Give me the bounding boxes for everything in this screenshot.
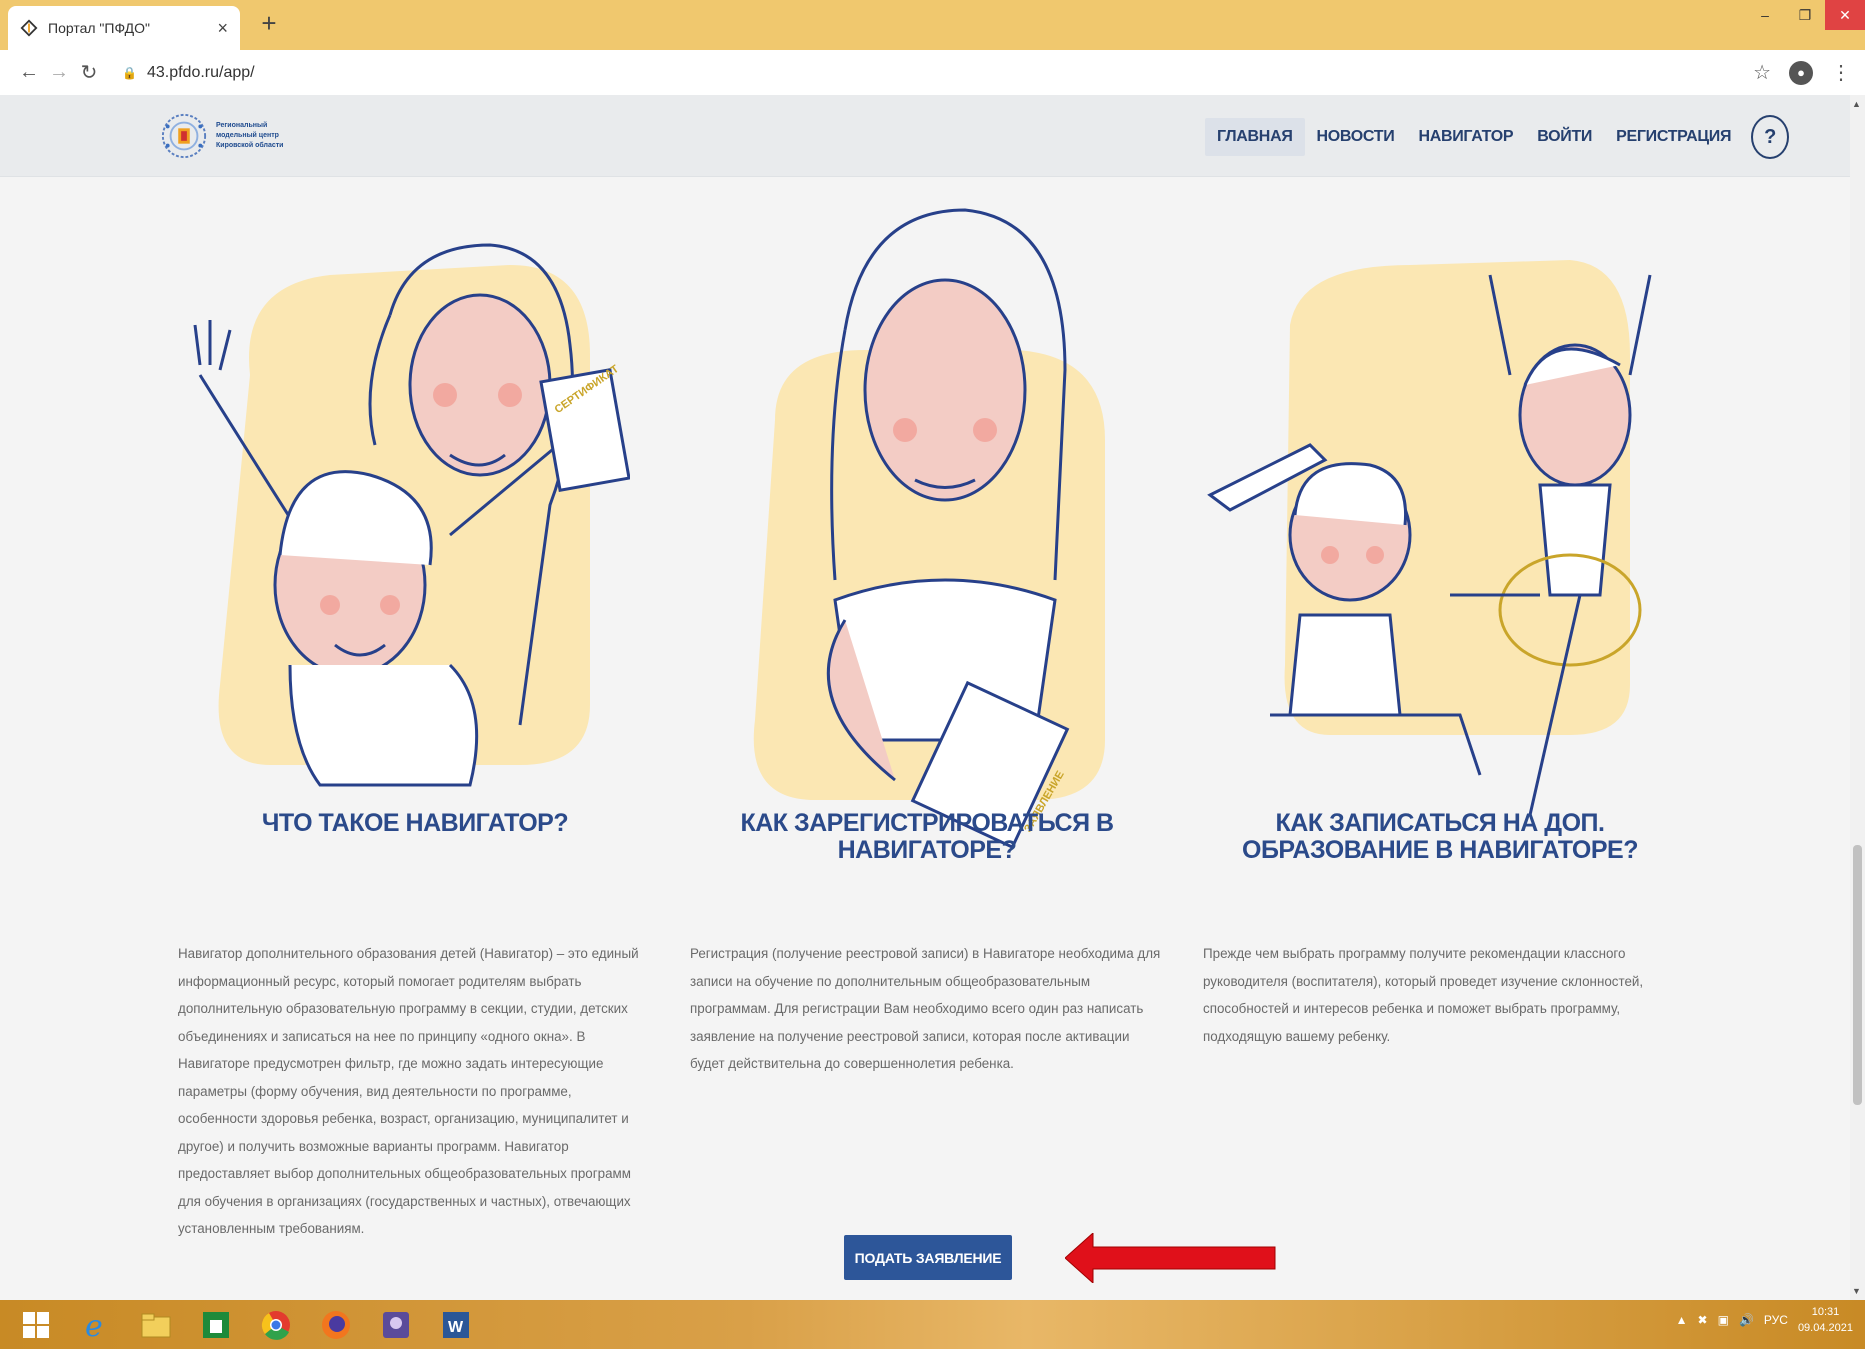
language-indicator[interactable]: РУС bbox=[1764, 1313, 1788, 1327]
logo-text: Региональный модельный центр Кировской о… bbox=[216, 122, 284, 149]
site-favicon-icon bbox=[20, 19, 38, 37]
menu-item-news[interactable]: НОВОСТИ bbox=[1305, 118, 1407, 156]
url-text: 43.pfdo.ru/app/ bbox=[146, 63, 255, 81]
tab-title: Портал "ПФДО" bbox=[48, 20, 150, 36]
page-content: Региональный модельный центр Кировской о… bbox=[0, 95, 1850, 1300]
url-field[interactable]: 🔒 43.pfdo.ru/app/ bbox=[122, 64, 255, 82]
restore-icon[interactable]: ❐ bbox=[1785, 0, 1825, 30]
close-tab-icon[interactable]: × bbox=[217, 18, 228, 39]
internet-explorer-icon[interactable]: e bbox=[72, 1303, 120, 1347]
submit-application-button[interactable]: ПОДАТЬ ЗАЯВЛЕНИЕ bbox=[844, 1235, 1012, 1280]
window-controls: – ❐ ✕ bbox=[1745, 0, 1865, 30]
illustration-mother-daughter: СЕРТИФИКАТ bbox=[193, 243, 630, 787]
heading-how-to-register: КАК ЗАРЕГИСТРИРОВАТЬСЯ В НАВИГАТОРЕ? bbox=[740, 809, 1114, 864]
illustration-woman-application: ЗАЯВЛЕНИЕ bbox=[753, 208, 1105, 850]
heading-what-is-navigator: ЧТО ТАКОЕ НАВИГАТОР? bbox=[261, 809, 569, 837]
network-warning-icon[interactable]: ✖ bbox=[1698, 1313, 1708, 1327]
scroll-up-icon[interactable]: ▲ bbox=[1852, 99, 1861, 109]
menu-item-login[interactable]: ВОЙТИ bbox=[1525, 118, 1604, 156]
forward-icon[interactable]: → bbox=[44, 61, 74, 84]
word-icon[interactable]: W bbox=[432, 1303, 480, 1347]
menu-item-register[interactable]: РЕГИСТРАЦИЯ bbox=[1604, 118, 1743, 156]
site-logo[interactable]: Региональный модельный центр Кировской о… bbox=[160, 105, 296, 167]
lock-icon: 🔒 bbox=[122, 65, 137, 80]
new-tab-button[interactable]: + bbox=[253, 8, 285, 39]
store-icon[interactable] bbox=[192, 1303, 240, 1347]
file-explorer-icon[interactable] bbox=[132, 1303, 180, 1347]
chrome-icon[interactable] bbox=[252, 1303, 300, 1347]
help-icon[interactable]: ? bbox=[1751, 115, 1790, 159]
tray-expand-icon[interactable]: ▲ bbox=[1676, 1313, 1688, 1327]
browser-tab-bar: Портал "ПФДО" × + – ❐ ✕ bbox=[0, 0, 1865, 50]
paragraph-what-is-navigator: Навигатор дополнительного образования де… bbox=[178, 946, 639, 1236]
close-window-icon[interactable]: ✕ bbox=[1825, 0, 1865, 30]
windows-taskbar: e W ▲ ✖ ▣ 🔊 РУС 10:31 09.04.2021 bbox=[0, 1300, 1865, 1349]
menu-kebab-icon[interactable]: ⋮ bbox=[1831, 60, 1851, 85]
clock[interactable]: 10:31 09.04.2021 bbox=[1798, 1304, 1853, 1336]
volume-icon[interactable]: 🔊 bbox=[1739, 1313, 1754, 1327]
paragraph-how-to-enroll: Прежде чем выбрать программу получите ре… bbox=[1203, 946, 1644, 1044]
menu-item-home[interactable]: ГЛАВНАЯ bbox=[1205, 118, 1305, 156]
address-bar: ← → ↻ 🔒 43.pfdo.ru/app/ ☆ ● ⋮ bbox=[0, 50, 1865, 95]
scroll-down-icon[interactable]: ▼ bbox=[1852, 1286, 1861, 1296]
minimize-icon[interactable]: – bbox=[1745, 0, 1785, 30]
page-scrollbar[interactable]: ▲ ▼ bbox=[1850, 95, 1865, 1300]
clock-date: 09.04.2021 bbox=[1797, 1322, 1853, 1334]
svg-text:W: W bbox=[448, 1319, 464, 1336]
profile-icon[interactable]: ● bbox=[1789, 60, 1813, 85]
bookmark-star-icon[interactable]: ☆ bbox=[1753, 60, 1771, 85]
system-tray: ▲ ✖ ▣ 🔊 РУС 10:31 09.04.2021 bbox=[1676, 1304, 1853, 1336]
clock-time: 10:31 bbox=[1811, 1306, 1840, 1318]
menu-item-navigator[interactable]: НАВИГАТОР bbox=[1406, 118, 1525, 156]
back-icon[interactable]: ← bbox=[14, 61, 44, 84]
site-header: Региональный модельный центр Кировской о… bbox=[0, 95, 1850, 177]
paragraph-how-to-register: Регистрация (получение реестровой записи… bbox=[690, 946, 1161, 1071]
browser-tab[interactable]: Портал "ПФДО" × bbox=[8, 6, 240, 50]
scrollbar-thumb[interactable] bbox=[1853, 845, 1862, 1105]
windows-start-icon[interactable] bbox=[12, 1303, 60, 1347]
red-arrow-annotation-icon bbox=[1065, 1233, 1276, 1283]
illustration-boy-ballerina bbox=[1207, 260, 1652, 816]
main-menu: ГЛАВНАЯ НОВОСТИ НАВИГАТОР ВОЙТИ РЕГИСТРА… bbox=[1205, 115, 1790, 159]
reload-icon[interactable]: ↻ bbox=[74, 60, 104, 85]
logo-emblem-icon bbox=[161, 113, 207, 159]
heading-how-to-enroll: КАК ЗАПИСАТЬСЯ НА ДОП. ОБРАЗОВАНИЕ В НАВ… bbox=[1242, 809, 1638, 864]
network-icon[interactable]: ▣ bbox=[1718, 1313, 1729, 1327]
svg-text:e: e bbox=[85, 1310, 103, 1340]
app-character-icon[interactable] bbox=[372, 1303, 420, 1347]
firefox-icon[interactable] bbox=[312, 1303, 360, 1347]
